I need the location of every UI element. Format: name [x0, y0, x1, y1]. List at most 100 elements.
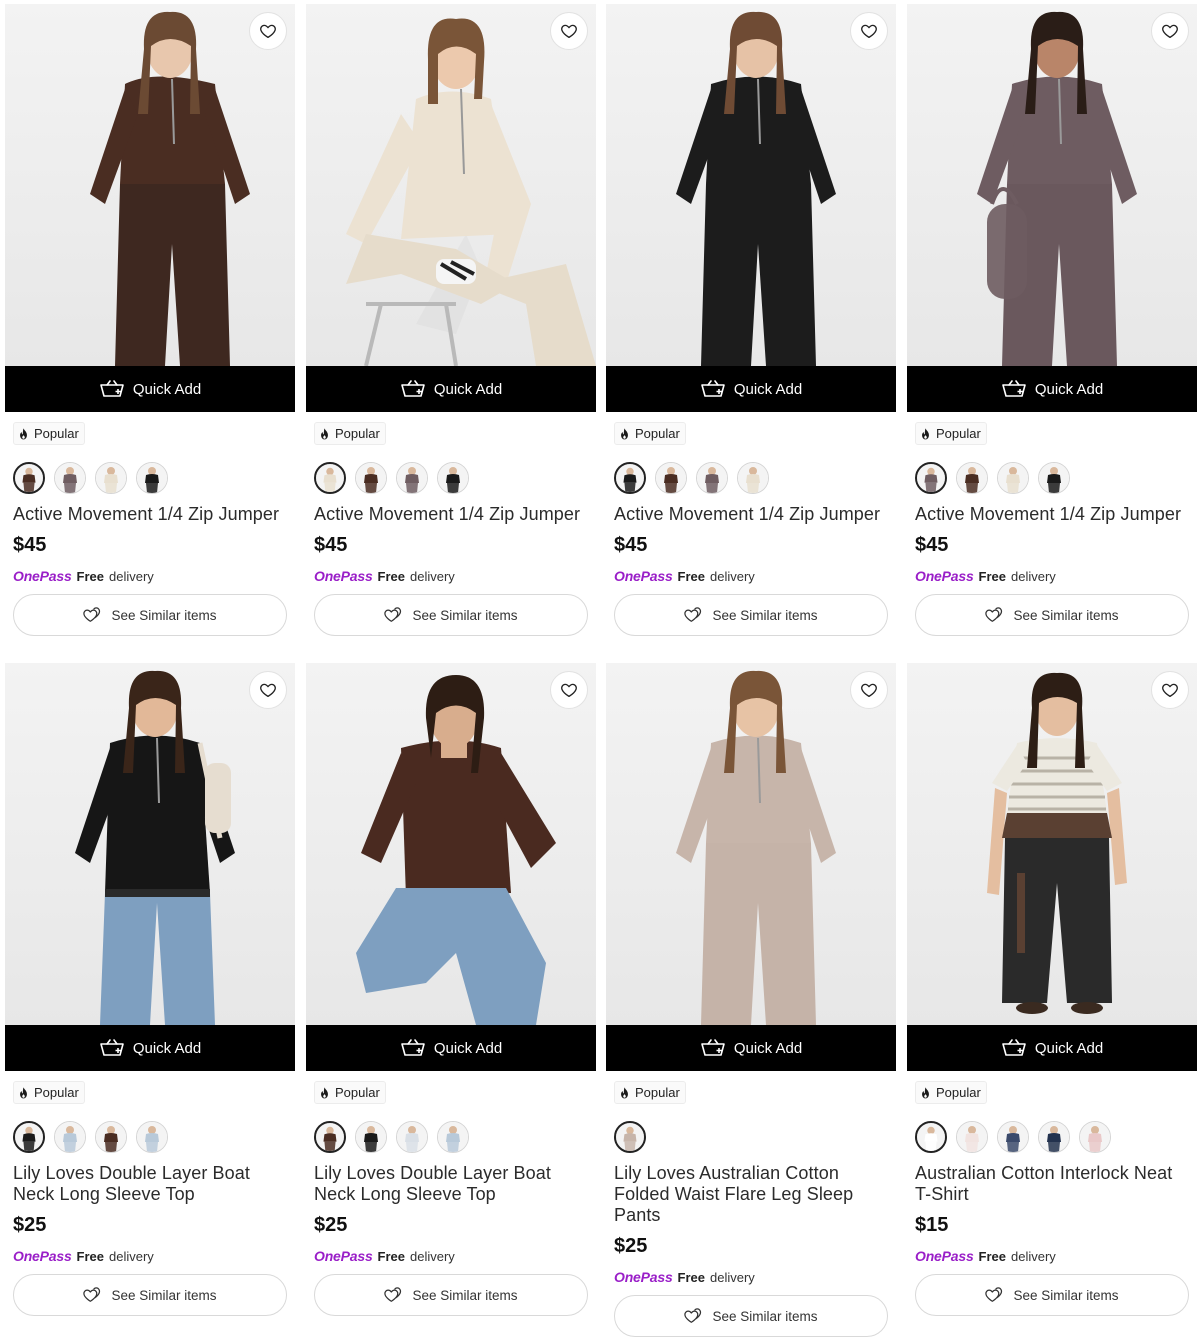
- color-swatch[interactable]: [54, 1121, 86, 1153]
- color-swatch[interactable]: [696, 462, 728, 494]
- see-similar-button[interactable]: See Similar items: [915, 594, 1189, 636]
- product-card[interactable]: Quick Add Popular Lily Loves Double Laye…: [5, 663, 295, 1316]
- basket-icon: [701, 1039, 725, 1056]
- color-swatch[interactable]: [614, 462, 646, 494]
- color-swatch[interactable]: [314, 1121, 346, 1153]
- see-similar-button[interactable]: See Similar items: [314, 594, 588, 636]
- product-card[interactable]: Quick Add Popular Lily Loves Australian …: [606, 663, 896, 1337]
- see-similar-button[interactable]: See Similar items: [13, 594, 287, 636]
- wishlist-button[interactable]: [249, 671, 287, 709]
- quick-add-button[interactable]: Quick Add: [5, 366, 295, 412]
- color-swatch[interactable]: [997, 1121, 1029, 1153]
- color-swatch[interactable]: [437, 1121, 469, 1153]
- color-swatch[interactable]: [136, 462, 168, 494]
- color-swatch[interactable]: [13, 1121, 45, 1153]
- color-swatch[interactable]: [437, 462, 469, 494]
- product-title[interactable]: Active Movement 1/4 Zip Jumper: [614, 504, 888, 525]
- color-swatch[interactable]: [355, 462, 387, 494]
- color-swatch[interactable]: [614, 1121, 646, 1153]
- quick-add-button[interactable]: Quick Add: [5, 1025, 295, 1071]
- color-swatch[interactable]: [314, 462, 346, 494]
- popular-badge: Popular: [13, 1081, 85, 1104]
- onepass-logo: OnePass: [915, 1248, 974, 1264]
- wishlist-button[interactable]: [1151, 12, 1189, 50]
- product-card[interactable]: Quick Add Popular Active Movement 1/4 Zi…: [606, 4, 896, 636]
- product-photo[interactable]: [5, 4, 295, 366]
- flame-icon: [20, 1086, 27, 1098]
- flame-icon: [321, 427, 328, 439]
- product-image[interactable]: [606, 4, 896, 366]
- see-similar-button[interactable]: See Similar items: [314, 1274, 588, 1316]
- color-swatch[interactable]: [1038, 462, 1070, 494]
- color-swatch[interactable]: [915, 1121, 947, 1153]
- color-swatch[interactable]: [54, 462, 86, 494]
- quick-add-button[interactable]: Quick Add: [306, 1025, 596, 1071]
- product-info: Popular Lily Loves Australian Cotton Fol…: [606, 1071, 896, 1337]
- product-image[interactable]: [606, 663, 896, 1025]
- color-swatch[interactable]: [997, 462, 1029, 494]
- product-image[interactable]: [306, 4, 596, 366]
- product-photo[interactable]: [5, 663, 295, 1025]
- product-title[interactable]: Active Movement 1/4 Zip Jumper: [13, 504, 287, 525]
- product-image[interactable]: [306, 663, 596, 1025]
- product-title[interactable]: Active Movement 1/4 Zip Jumper: [314, 504, 588, 525]
- color-swatch[interactable]: [956, 1121, 988, 1153]
- product-photo[interactable]: [907, 4, 1197, 366]
- quick-add-button[interactable]: Quick Add: [606, 1025, 896, 1071]
- similar-hearts-icon: [384, 1287, 402, 1302]
- product-photo[interactable]: [907, 663, 1197, 1025]
- basket-icon: [401, 380, 425, 397]
- color-swatch[interactable]: [136, 1121, 168, 1153]
- product-image[interactable]: [5, 663, 295, 1025]
- color-swatch[interactable]: [355, 1121, 387, 1153]
- product-price: $45: [614, 534, 648, 556]
- color-swatch[interactable]: [95, 1121, 127, 1153]
- wishlist-button[interactable]: [1151, 671, 1189, 709]
- color-swatch[interactable]: [95, 462, 127, 494]
- wishlist-button[interactable]: [249, 12, 287, 50]
- product-image[interactable]: [907, 663, 1197, 1025]
- quick-add-button[interactable]: Quick Add: [606, 366, 896, 412]
- quick-add-button[interactable]: Quick Add: [907, 366, 1197, 412]
- see-similar-button[interactable]: See Similar items: [614, 1295, 888, 1337]
- color-swatch[interactable]: [396, 1121, 428, 1153]
- see-similar-button[interactable]: See Similar items: [13, 1274, 287, 1316]
- product-grid: Quick Add Popular Active Movement 1/4 Zi…: [0, 0, 1200, 1340]
- see-similar-button[interactable]: See Similar items: [915, 1274, 1189, 1316]
- color-swatch[interactable]: [915, 462, 947, 494]
- product-photo[interactable]: [606, 4, 896, 366]
- quick-add-button[interactable]: Quick Add: [306, 366, 596, 412]
- wishlist-button[interactable]: [850, 12, 888, 50]
- popular-label: Popular: [635, 1085, 680, 1100]
- product-card[interactable]: Quick Add Popular Lily Loves Double Laye…: [306, 663, 596, 1316]
- quick-add-button[interactable]: Quick Add: [907, 1025, 1197, 1071]
- color-swatch[interactable]: [1038, 1121, 1070, 1153]
- color-swatch[interactable]: [737, 462, 769, 494]
- color-swatch[interactable]: [1079, 1121, 1111, 1153]
- color-swatches: [13, 1121, 287, 1153]
- product-image[interactable]: [5, 4, 295, 366]
- wishlist-button[interactable]: [550, 12, 588, 50]
- product-card[interactable]: Quick Add Popular Active Movement 1/4 Zi…: [5, 4, 295, 636]
- product-title[interactable]: Lily Loves Double Layer Boat Neck Long S…: [314, 1163, 588, 1205]
- product-image[interactable]: [907, 4, 1197, 366]
- wishlist-button[interactable]: [850, 671, 888, 709]
- product-title[interactable]: Lily Loves Double Layer Boat Neck Long S…: [13, 1163, 287, 1205]
- product-photo[interactable]: [306, 4, 596, 366]
- wishlist-button[interactable]: [550, 671, 588, 709]
- product-photo[interactable]: [606, 663, 896, 1025]
- product-card[interactable]: Quick Add Popular Active Movement 1/4 Zi…: [907, 4, 1197, 636]
- basket-icon: [1002, 380, 1026, 397]
- see-similar-button[interactable]: See Similar items: [614, 594, 888, 636]
- color-swatch[interactable]: [13, 462, 45, 494]
- product-card[interactable]: Quick Add Popular Australian Cotton Inte…: [907, 663, 1197, 1316]
- product-photo[interactable]: [306, 663, 596, 1025]
- color-swatch[interactable]: [956, 462, 988, 494]
- product-card[interactable]: Quick Add Popular Active Movement 1/4 Zi…: [306, 4, 596, 636]
- color-swatch[interactable]: [396, 462, 428, 494]
- color-swatch[interactable]: [655, 462, 687, 494]
- product-title[interactable]: Active Movement 1/4 Zip Jumper: [915, 504, 1189, 525]
- product-title[interactable]: Australian Cotton Interlock Neat T-Shirt: [915, 1163, 1189, 1205]
- color-swatches: [314, 462, 588, 494]
- product-title[interactable]: Lily Loves Australian Cotton Folded Wais…: [614, 1163, 888, 1226]
